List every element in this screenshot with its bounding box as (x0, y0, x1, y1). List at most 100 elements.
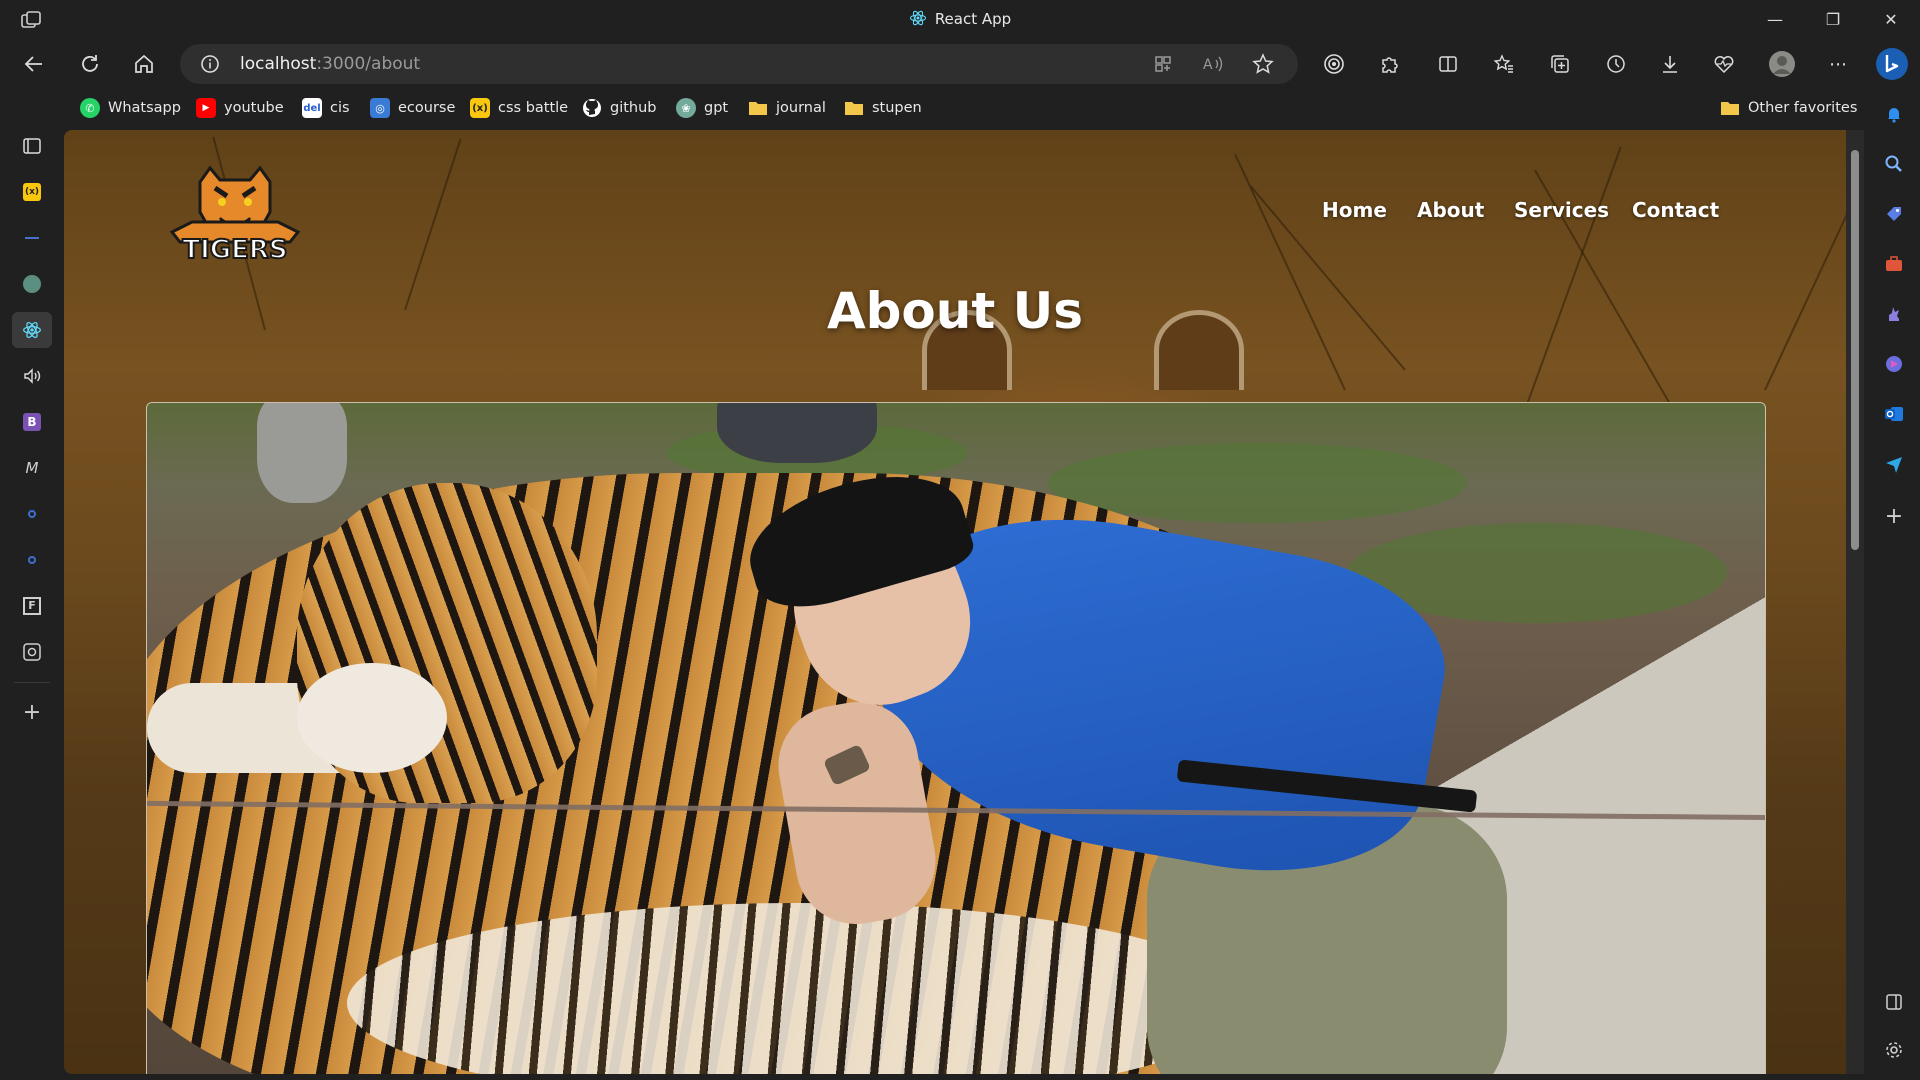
shoe-right (717, 403, 877, 463)
favorite-ecourse[interactable]: ◎ ecourse (370, 96, 455, 120)
nav-services[interactable]: Services (1514, 198, 1609, 222)
performance-icon[interactable] (1706, 48, 1742, 80)
notifications-icon[interactable] (1878, 98, 1910, 130)
window-title-text: React App (934, 10, 1012, 28)
read-aloud-icon[interactable]: A (1198, 50, 1228, 78)
tab-settings-app[interactable] (12, 634, 52, 670)
svg-text:TIGERS: TIGERS (182, 235, 287, 265)
cssbattle-icon: (x) (470, 98, 490, 118)
tab-bootstrap[interactable]: B (12, 404, 52, 440)
edge-sidebar: + (1868, 88, 1920, 1080)
tiger-muzzle (297, 663, 447, 773)
copilot-sidebar-icon[interactable] (1878, 348, 1910, 380)
nav-about[interactable]: About (1417, 198, 1484, 222)
favorite-journal[interactable]: journal (748, 96, 826, 120)
window-title: React App (0, 9, 1920, 31)
site-info-icon[interactable] (200, 54, 220, 78)
tracking-icon[interactable] (1316, 48, 1352, 80)
favorite-label: Whatsapp (108, 100, 181, 116)
github-icon (582, 98, 602, 118)
hide-sidebar-icon[interactable] (1878, 986, 1910, 1018)
tab-medium[interactable]: M (12, 450, 52, 486)
profile-avatar[interactable] (1764, 48, 1800, 80)
favorites-bar: ✆ Whatsapp ▶ youtube del cis ◎ ecourse (… (0, 88, 1920, 128)
search-icon (28, 510, 36, 518)
f-icon: F (23, 597, 41, 615)
other-favorites-label: Other favorites (1748, 100, 1858, 116)
cssbattle-icon: (x) (23, 183, 41, 201)
favorite-youtube[interactable]: ▶ youtube (196, 96, 284, 120)
add-sidebar-app-icon[interactable]: + (1878, 500, 1910, 532)
games-icon[interactable] (1878, 298, 1910, 330)
url-host: localhost (240, 54, 317, 74)
title-bar: React App — ❐ ✕ (0, 0, 1920, 40)
tools-briefcase-icon[interactable] (1878, 248, 1910, 280)
favorite-label: stupen (872, 100, 922, 116)
svg-text:A: A (1203, 57, 1213, 73)
tab-search-2[interactable] (12, 542, 52, 578)
url-text[interactable]: localhost:3000/about (240, 54, 420, 74)
favorite-label: ecourse (398, 100, 456, 116)
gpt-icon: ❀ (676, 98, 696, 118)
tab-search-1[interactable] (12, 496, 52, 532)
favorite-star-icon[interactable] (1248, 50, 1278, 78)
tab-cssbattle[interactable]: (x) (12, 174, 52, 210)
speaker-icon (24, 368, 41, 384)
favorite-stupen[interactable]: stupen (844, 96, 922, 120)
close-button[interactable]: ✕ (1868, 6, 1914, 34)
vertical-scrollbar[interactable] (1846, 130, 1864, 1074)
favorite-github[interactable]: github (582, 96, 657, 120)
site-logo[interactable]: TIGERS (160, 162, 310, 266)
downloads-icon[interactable] (1652, 48, 1688, 80)
shopping-tag-icon[interactable] (1878, 198, 1910, 230)
maximize-button[interactable]: ❐ (1810, 6, 1856, 34)
favorite-label: journal (776, 100, 826, 116)
divider (14, 682, 50, 683)
collections-icon[interactable] (1542, 48, 1578, 80)
tab-gpt[interactable] (12, 266, 52, 302)
extensions-icon[interactable] (1372, 48, 1408, 80)
react-icon (909, 9, 927, 31)
app-available-icon[interactable] (1148, 50, 1178, 78)
history-icon[interactable] (1598, 48, 1634, 80)
tab-figma[interactable]: F (12, 588, 52, 624)
nav-home[interactable]: Home (1322, 198, 1387, 222)
search-icon[interactable] (1878, 148, 1910, 180)
folder-icon (844, 98, 864, 118)
search-icon (28, 556, 36, 564)
scrollbar-thumb[interactable] (1851, 150, 1859, 550)
favorites-icon[interactable] (1486, 48, 1522, 80)
new-tab-plus-icon[interactable]: + (12, 694, 52, 730)
gpt-icon (23, 275, 41, 293)
copilot-icon[interactable] (1874, 48, 1910, 80)
favorite-label: css battle (498, 100, 569, 116)
other-favorites[interactable]: Other favorites (1720, 96, 1857, 120)
back-icon[interactable] (16, 48, 52, 80)
favorite-css-battle[interactable]: (x) css battle (470, 96, 568, 120)
favorite-cis[interactable]: del cis (302, 96, 350, 120)
home-icon[interactable] (126, 48, 162, 80)
split-screen-icon[interactable] (1430, 48, 1466, 80)
browser-toolbar: localhost:3000/about A ⋯ (0, 40, 1920, 88)
m-icon: M (25, 459, 39, 477)
whatsapp-icon: ✆ (80, 98, 100, 118)
tab-blank[interactable] (12, 220, 52, 256)
bootstrap-icon: B (23, 413, 41, 431)
more-menu-icon[interactable]: ⋯ (1820, 48, 1856, 80)
favorite-whatsapp[interactable]: ✆ Whatsapp (80, 96, 181, 120)
ecourse-icon: ◎ (370, 98, 390, 118)
shoe-left (257, 403, 347, 503)
tab-actions-icon[interactable] (12, 128, 52, 164)
address-bar[interactable]: localhost:3000/about A (180, 44, 1298, 84)
settings-gear-icon[interactable] (1878, 1034, 1910, 1066)
tab-react-app[interactable] (12, 312, 52, 348)
outlook-icon[interactable] (1878, 398, 1910, 430)
refresh-icon[interactable] (72, 48, 108, 80)
nav-contact[interactable]: Contact (1632, 198, 1719, 222)
tab-audio[interactable] (12, 358, 52, 394)
favorite-label: gpt (704, 100, 729, 116)
minimize-button[interactable]: — (1752, 6, 1798, 34)
send-icon[interactable] (1878, 448, 1910, 480)
youtube-icon: ▶ (196, 98, 216, 118)
favorite-gpt[interactable]: ❀ gpt (676, 96, 728, 120)
